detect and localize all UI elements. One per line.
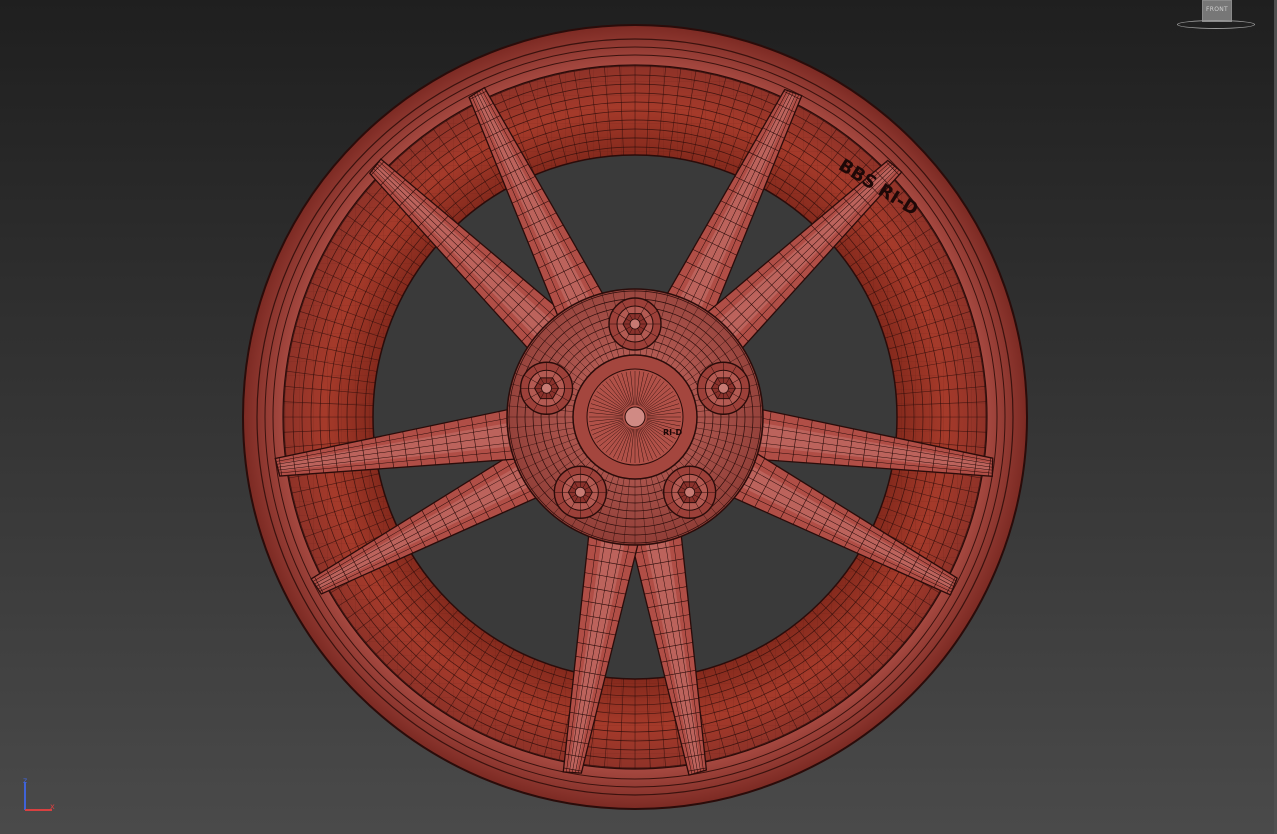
- wheel-group: RI-D BBS RI-D: [242, 24, 1028, 810]
- viewport[interactable]: RI-D BBS RI-D FRONT z x: [0, 0, 1277, 834]
- axis-z-label: z: [23, 776, 28, 785]
- lug-nut: [696, 361, 751, 415]
- axis-tripod-gizmo: z x: [18, 776, 62, 816]
- lug-nut: [608, 297, 662, 351]
- lug-nut: [553, 465, 608, 519]
- wheel-model[interactable]: RI-D BBS RI-D: [0, 0, 1277, 834]
- lug-nut: [519, 361, 574, 415]
- lug-nut: [662, 465, 717, 519]
- axis-x-label: x: [50, 802, 55, 811]
- viewcube-compass-ring[interactable]: [1177, 20, 1255, 29]
- viewcube[interactable]: FRONT: [1175, 0, 1259, 32]
- viewcube-front-face[interactable]: FRONT: [1202, 0, 1232, 22]
- center-cap-logo: RI-D: [663, 428, 682, 437]
